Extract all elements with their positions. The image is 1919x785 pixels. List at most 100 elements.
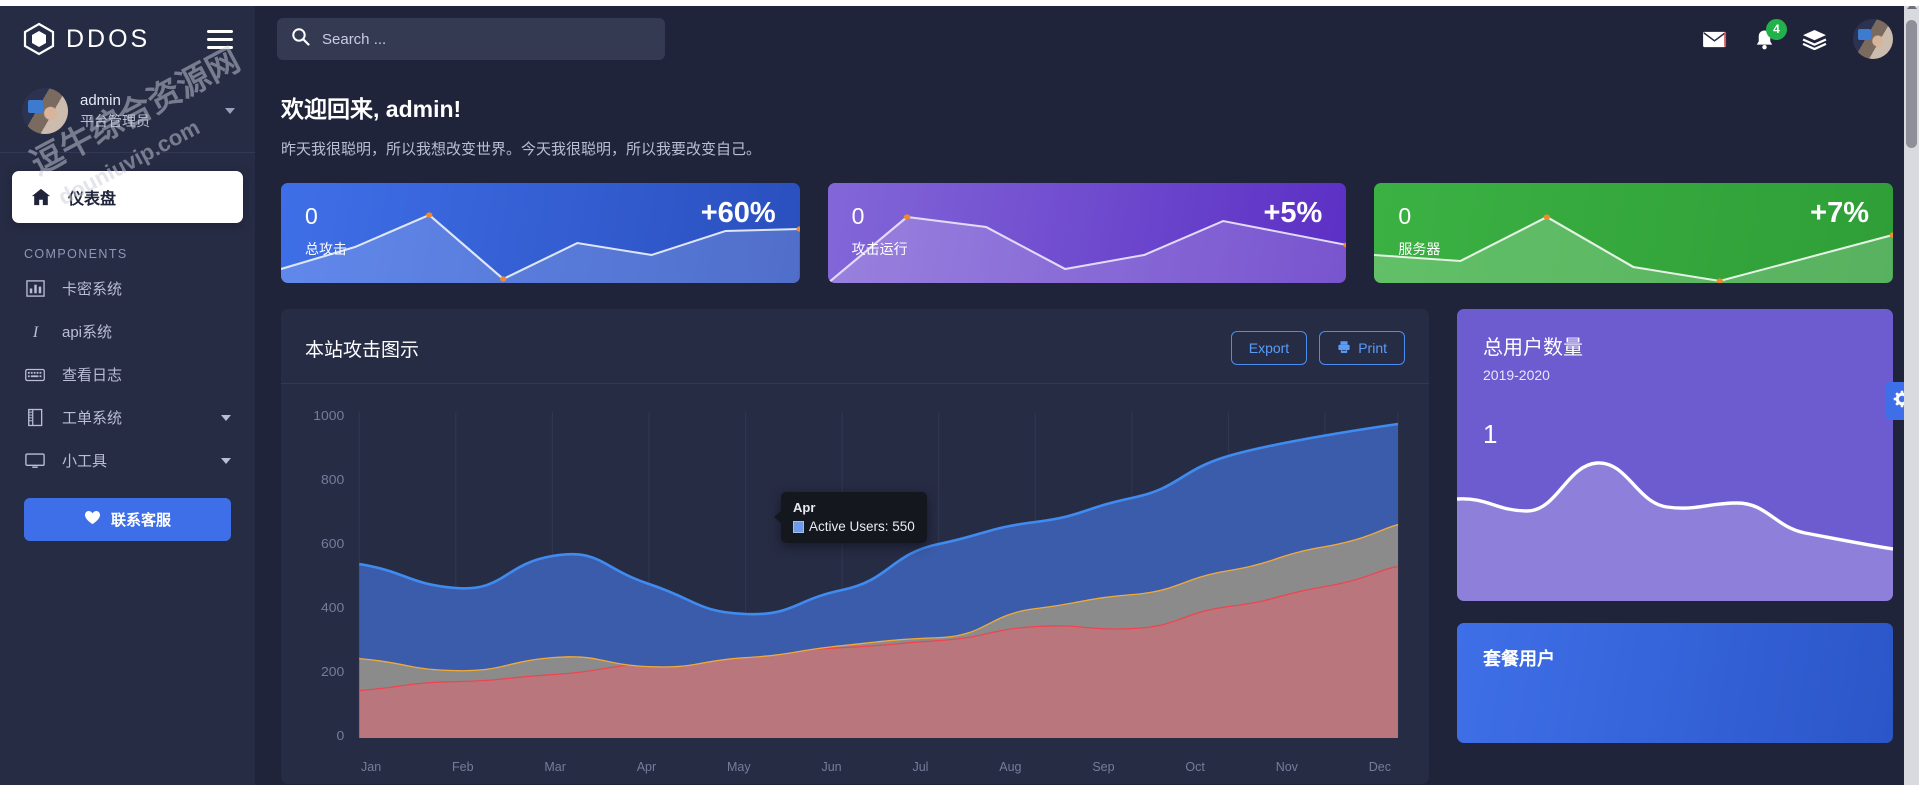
scrollbar-thumb[interactable] xyxy=(1906,20,1917,148)
x-tick: Feb xyxy=(451,760,474,774)
user-name: admin xyxy=(80,92,121,110)
x-tick: Mar xyxy=(544,760,566,774)
brand-header: DDOS xyxy=(0,0,255,78)
print-button[interactable]: Print xyxy=(1319,331,1405,365)
dashboard-root: DDOS admin 平台管理员 仪表盘 COMPONENTS 卡密系统 I a… xyxy=(0,0,1919,785)
printer-icon xyxy=(1337,340,1351,357)
stacked-area-chart[interactable]: 1000 800 600 400 200 0 xyxy=(297,398,1413,758)
topbar-icons: 4 xyxy=(1702,18,1893,59)
x-tick: Jul xyxy=(912,760,929,774)
page-scrollbar[interactable] xyxy=(1904,0,1919,785)
stat-value: 0 xyxy=(305,203,318,229)
y-axis-labels: 1000 800 600 400 200 0 xyxy=(313,408,344,742)
x-tick: Jun xyxy=(821,760,842,774)
stat-label: 攻击运行 xyxy=(851,241,908,257)
user-role: 平台管理员 xyxy=(80,112,150,129)
book-icon xyxy=(24,408,46,427)
x-tick: Jan xyxy=(361,760,382,774)
topbar: 4 xyxy=(255,0,1919,78)
home-icon xyxy=(30,187,52,207)
sidebar-item-card-system[interactable]: 卡密系统 xyxy=(0,267,255,310)
bell-badge: 4 xyxy=(1766,18,1787,40)
browser-chrome-sliver xyxy=(0,0,1919,6)
svg-text:1000: 1000 xyxy=(313,408,344,422)
attack-chart-panel: 本站攻击图示 Export Print 1000 800 600 400 200… xyxy=(281,309,1429,784)
search-icon xyxy=(291,27,310,51)
print-label: Print xyxy=(1358,340,1387,356)
monitor-icon xyxy=(24,452,46,470)
stat-percent: +5% xyxy=(1263,197,1323,229)
x-axis-labels: Jan Feb Mar Apr May Jun Jul Aug Sep Oct … xyxy=(297,760,1413,774)
sidebar: DDOS admin 平台管理员 仪表盘 COMPONENTS 卡密系统 I a… xyxy=(0,0,255,785)
layers-icon[interactable] xyxy=(1802,29,1827,50)
x-tick: Aug xyxy=(999,760,1022,774)
envelope-icon[interactable] xyxy=(1702,30,1727,49)
hexagon-cube-icon xyxy=(22,22,56,56)
total-users-card[interactable]: 总用户数量 2019-2020 1 xyxy=(1457,309,1893,601)
stat-card-row: 0 总攻击 +60% 0 攻击运行 +5% 0 服务器 +7% xyxy=(281,183,1894,283)
x-tick: Sep xyxy=(1092,760,1115,774)
svg-text:I: I xyxy=(31,324,38,341)
svg-text:0: 0 xyxy=(336,728,344,742)
contact-support-label: 联系客服 xyxy=(110,512,171,529)
svg-text:800: 800 xyxy=(321,472,344,486)
hamburger-menu-icon[interactable] xyxy=(207,25,233,54)
sidebar-item-api-system[interactable]: I api系统 xyxy=(0,310,255,353)
stat-value: 0 xyxy=(1398,203,1412,229)
stat-percent: +7% xyxy=(1810,197,1870,229)
sidebar-item-tools[interactable]: 小工具 xyxy=(0,439,255,482)
bell-icon[interactable]: 4 xyxy=(1753,18,1787,51)
svg-text:200: 200 xyxy=(321,664,344,678)
sidebar-item-label: api系统 xyxy=(62,324,113,341)
heart-icon xyxy=(84,510,101,529)
avatar xyxy=(22,88,68,134)
card-title: 总用户数量 xyxy=(1483,337,1583,359)
search-input[interactable] xyxy=(322,30,651,48)
svg-text:400: 400 xyxy=(321,600,344,614)
sidebar-item-label: 卡密系统 xyxy=(62,281,123,298)
export-label: Export xyxy=(1248,340,1290,356)
export-button[interactable]: Export xyxy=(1230,331,1308,365)
x-tick: Apr xyxy=(636,760,657,774)
brand-left: DDOS xyxy=(22,22,150,56)
svg-text:600: 600 xyxy=(321,536,344,550)
panel-header: 本站攻击图示 Export Print xyxy=(281,309,1429,384)
avatar[interactable] xyxy=(1853,19,1893,59)
plan-users-card[interactable]: 套餐用户 xyxy=(1457,623,1893,743)
chevron-down-icon[interactable] xyxy=(221,414,231,421)
panel-title: 本站攻击图示 xyxy=(305,339,420,361)
sidebar-item-label: 工单系统 xyxy=(62,410,123,427)
users-wave-chart xyxy=(1457,461,1893,601)
italic-i-icon: I xyxy=(24,322,46,341)
sidebar-user-block[interactable]: admin 平台管理员 xyxy=(0,78,255,153)
contact-support-button[interactable]: 联系客服 xyxy=(24,498,231,541)
main-area: 4 欢迎回来, admin! 昨天我很聪明，所以我想改变世界。今天我很聪明，所以… xyxy=(255,0,1919,785)
stat-label: 总攻击 xyxy=(305,241,347,257)
sidebar-item-label: 小工具 xyxy=(62,453,108,470)
brand-name: DDOS xyxy=(66,24,151,53)
right-column: 总用户数量 2019-2020 1 套餐用户 xyxy=(1457,309,1893,743)
x-tick: Nov xyxy=(1275,760,1298,774)
x-tick: Oct xyxy=(1185,760,1205,774)
sidebar-item-label: 仪表盘 xyxy=(68,191,117,208)
stat-card-servers[interactable]: 0 服务器 +7% xyxy=(1374,183,1894,283)
search-box[interactable] xyxy=(277,18,665,60)
stat-card-running-attacks[interactable]: 0 攻击运行 +5% xyxy=(827,183,1347,283)
stat-label: 服务器 xyxy=(1398,241,1441,257)
user-meta: admin 平台管理员 xyxy=(80,91,213,130)
chevron-down-icon[interactable] xyxy=(225,108,235,114)
panel-actions: Export Print xyxy=(1230,331,1405,365)
sidebar-item-ticket-system[interactable]: 工单系统 xyxy=(0,396,255,439)
content-area: 欢迎回来, admin! 昨天我很聪明，所以我想改变世界。今天我很聪明，所以我要… xyxy=(255,78,1919,784)
chevron-down-icon[interactable] xyxy=(221,457,231,464)
sidebar-item-view-logs[interactable]: 查看日志 xyxy=(0,353,255,396)
page-title: 欢迎回来, admin! xyxy=(281,96,462,122)
card-title: 套餐用户 xyxy=(1483,649,1555,669)
keyboard-icon xyxy=(24,367,46,383)
sidebar-section-title: COMPONENTS xyxy=(24,247,128,261)
stat-card-total-attacks[interactable]: 0 总攻击 +60% xyxy=(281,183,800,283)
x-tick: May xyxy=(727,760,751,774)
chart-body: 1000 800 600 400 200 0 Apr Active Users:… xyxy=(281,384,1429,784)
sidebar-item-dashboard[interactable]: 仪表盘 xyxy=(12,171,243,223)
bar-chart-icon xyxy=(24,279,46,298)
